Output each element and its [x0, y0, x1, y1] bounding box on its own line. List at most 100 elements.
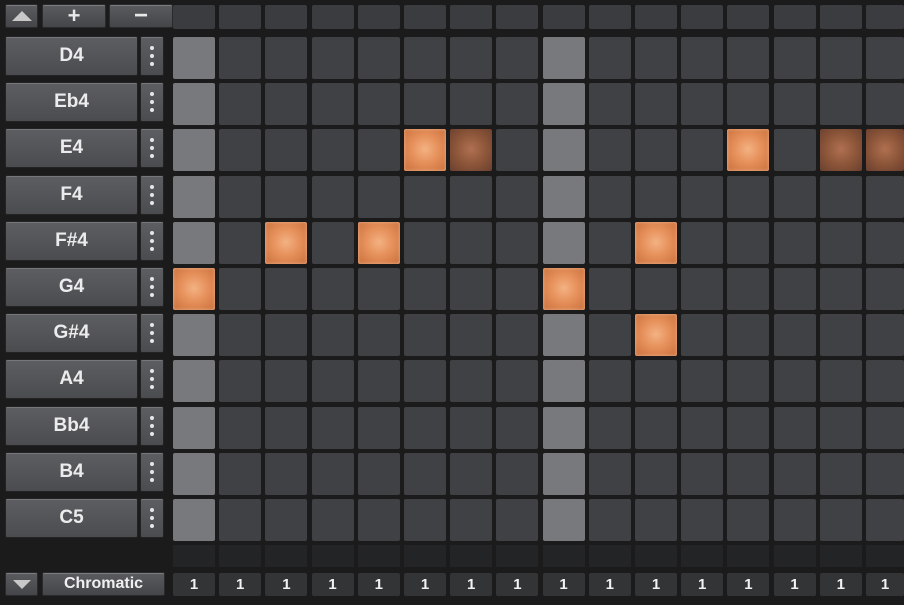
- step-header-6[interactable]: [404, 5, 446, 29]
- step-cell-Bb4-13[interactable]: [727, 406, 770, 449]
- step-cell-F4-4[interactable]: [311, 175, 354, 218]
- step-cell-G#4-11[interactable]: [635, 314, 677, 357]
- step-cell-F4-2[interactable]: [219, 175, 262, 218]
- step-header-12[interactable]: [681, 5, 724, 29]
- step-cell-G4-11[interactable]: [635, 268, 677, 310]
- step-cell-Eb4-12[interactable]: [681, 83, 724, 126]
- step-cell-G4-1[interactable]: [173, 268, 215, 310]
- step-cell-F#4-4[interactable]: [311, 221, 354, 264]
- step-cell-Bb4-15[interactable]: [819, 406, 862, 449]
- step-cell-E4-4[interactable]: [311, 129, 354, 172]
- step-cell-G4-3[interactable]: [265, 268, 308, 310]
- step-cell-E4-10[interactable]: [588, 129, 631, 172]
- step-cell-B4-5[interactable]: [357, 452, 400, 495]
- step-cell-C5-7[interactable]: [450, 499, 493, 541]
- step-cell-A4-2[interactable]: [219, 360, 262, 403]
- step-cell-B4-9[interactable]: [542, 452, 585, 495]
- step-cell-F4-13[interactable]: [727, 175, 770, 218]
- step-cell-E4-6[interactable]: [404, 129, 446, 172]
- step-cell-G#4-15[interactable]: [819, 314, 862, 357]
- step-cell-Eb4-8[interactable]: [496, 83, 539, 126]
- step-value-1[interactable]: 1: [173, 573, 215, 596]
- step-value-7[interactable]: 1: [450, 573, 493, 596]
- row-menu-button[interactable]: [140, 313, 164, 354]
- step-cell-E4-7[interactable]: [450, 129, 493, 172]
- step-cell-C5-2[interactable]: [219, 499, 262, 541]
- step-cell-B4-1[interactable]: [173, 452, 215, 495]
- step-value-2[interactable]: 1: [219, 573, 262, 596]
- note-label[interactable]: G4: [5, 267, 138, 307]
- step-cell-F#4-7[interactable]: [450, 221, 493, 264]
- step-header-13[interactable]: [727, 5, 770, 29]
- note-label[interactable]: C5: [5, 498, 138, 538]
- step-value-5[interactable]: 1: [357, 573, 400, 596]
- step-cell-Eb4-16[interactable]: [866, 83, 904, 126]
- note-label[interactable]: F4: [5, 174, 138, 215]
- step-cell-D4-12[interactable]: [681, 37, 724, 79]
- step-cell-C5-16[interactable]: [866, 499, 904, 541]
- step-cell-A4-7[interactable]: [450, 360, 493, 403]
- step-cell-F4-10[interactable]: [588, 175, 631, 218]
- step-cell-B4-10[interactable]: [588, 452, 631, 495]
- step-cell-C5-12[interactable]: [681, 499, 724, 541]
- note-label[interactable]: A4: [5, 359, 138, 400]
- step-cell-F#4-16[interactable]: [866, 221, 904, 264]
- step-cell-Bb4-5[interactable]: [357, 406, 400, 449]
- row-menu-button[interactable]: [140, 267, 164, 307]
- step-cell-C5-1[interactable]: [173, 499, 215, 541]
- step-header-9[interactable]: [542, 5, 585, 29]
- step-cell-E4-8[interactable]: [496, 129, 539, 172]
- step-cell-A4-6[interactable]: [404, 360, 446, 403]
- step-cell-A4-9[interactable]: [542, 360, 585, 403]
- step-cell-A4-4[interactable]: [311, 360, 354, 403]
- step-cell-Eb4-13[interactable]: [727, 83, 770, 126]
- step-cell-F#4-8[interactable]: [496, 221, 539, 264]
- step-cell-Eb4-2[interactable]: [219, 83, 262, 126]
- step-cell-G#4-16[interactable]: [866, 314, 904, 357]
- step-cell-B4-11[interactable]: [635, 452, 677, 495]
- step-cell-D4-7[interactable]: [450, 37, 493, 79]
- step-cell-G4-16[interactable]: [866, 268, 904, 310]
- step-header-11[interactable]: [635, 5, 677, 29]
- step-cell-A4-3[interactable]: [265, 360, 308, 403]
- step-cell-E4-9[interactable]: [542, 129, 585, 172]
- step-value-16[interactable]: 1: [866, 573, 904, 596]
- note-label[interactable]: E4: [5, 128, 138, 169]
- step-cell-F#4-12[interactable]: [681, 221, 724, 264]
- row-menu-button[interactable]: [140, 220, 164, 261]
- step-cell-B4-8[interactable]: [496, 452, 539, 495]
- step-cell-Eb4-11[interactable]: [635, 83, 677, 126]
- step-cell-B4-14[interactable]: [773, 452, 816, 495]
- step-cell-G4-4[interactable]: [311, 268, 354, 310]
- step-cell-B4-12[interactable]: [681, 452, 724, 495]
- step-value-13[interactable]: 1: [727, 573, 770, 596]
- step-cell-Bb4-1[interactable]: [173, 406, 215, 449]
- step-cell-C5-13[interactable]: [727, 499, 770, 541]
- step-cell-E4-14[interactable]: [773, 129, 816, 172]
- step-cell-Eb4-4[interactable]: [311, 83, 354, 126]
- step-cell-Bb4-7[interactable]: [450, 406, 493, 449]
- row-menu-button[interactable]: [140, 128, 164, 169]
- step-cell-G4-8[interactable]: [496, 268, 539, 310]
- step-cell-D4-11[interactable]: [635, 37, 677, 79]
- step-cell-Bb4-16[interactable]: [866, 406, 904, 449]
- step-cell-Bb4-8[interactable]: [496, 406, 539, 449]
- row-menu-button[interactable]: [140, 359, 164, 400]
- step-cell-F4-6[interactable]: [404, 175, 446, 218]
- step-cell-E4-11[interactable]: [635, 129, 677, 172]
- step-cell-D4-15[interactable]: [819, 37, 862, 79]
- step-cell-F4-9[interactable]: [542, 175, 585, 218]
- step-cell-G#4-6[interactable]: [404, 314, 446, 357]
- step-cell-A4-1[interactable]: [173, 360, 215, 403]
- step-cell-G#4-12[interactable]: [681, 314, 724, 357]
- remove-row-button[interactable]: −: [109, 2, 173, 29]
- step-cell-D4-8[interactable]: [496, 37, 539, 79]
- step-cell-C5-8[interactable]: [496, 499, 539, 541]
- step-header-15[interactable]: [819, 5, 862, 29]
- step-cell-B4-15[interactable]: [819, 452, 862, 495]
- step-cell-E4-15[interactable]: [819, 129, 862, 172]
- step-cell-A4-5[interactable]: [357, 360, 400, 403]
- step-cell-G4-2[interactable]: [219, 268, 262, 310]
- step-cell-F#4-11[interactable]: [635, 221, 677, 264]
- step-cell-G#4-7[interactable]: [450, 314, 493, 357]
